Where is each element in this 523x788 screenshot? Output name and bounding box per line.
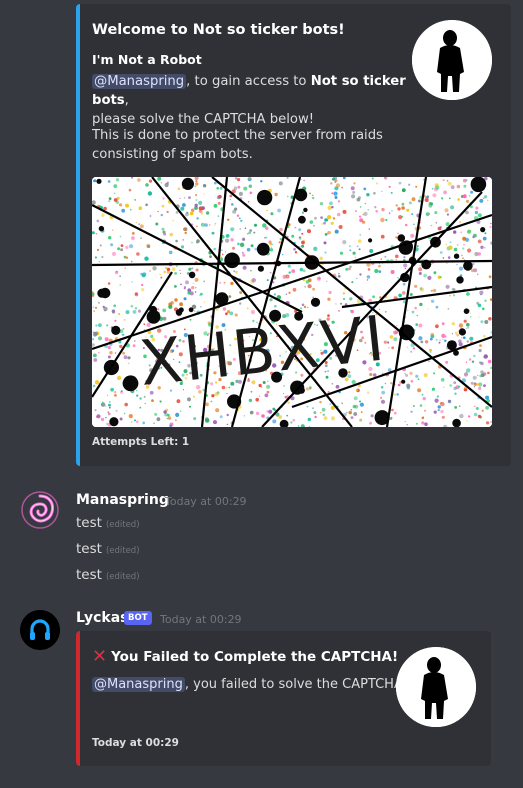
user-mention[interactable]: @Manaspring bbox=[92, 74, 187, 89]
captcha-welcome-embed: Welcome to Not so ticker bots! I'm Not a… bbox=[76, 4, 511, 466]
user-mention[interactable]: @Manaspring bbox=[92, 677, 185, 692]
captcha-image[interactable]: XHBXVI bbox=[92, 177, 492, 427]
embed-thumbnail[interactable] bbox=[412, 20, 492, 100]
avatar[interactable] bbox=[20, 610, 60, 650]
embed-description: @Manaspring, to gain access to Not so ti… bbox=[92, 74, 406, 127]
message-timestamp: Today at 00:29 bbox=[160, 613, 242, 626]
embed-subtitle: I'm Not a Robot bbox=[92, 52, 202, 67]
message-line: test (edited) bbox=[76, 567, 140, 583]
embed-description: @Manaspring, you failed to solve the CAP… bbox=[92, 677, 409, 692]
embed-accent-bar bbox=[76, 4, 80, 466]
username-lyckas[interactable]: Lyckas bbox=[76, 610, 129, 626]
embed-description-para2: This is done to protect the server from … bbox=[92, 128, 383, 162]
message-line: test (edited) bbox=[76, 515, 140, 531]
captcha-failed-embed: ✕ You Failed to Complete the CAPTCHA! @Ma… bbox=[76, 631, 491, 766]
message-line: test (edited) bbox=[76, 541, 140, 557]
embed-footer: Today at 00:29 bbox=[92, 737, 179, 749]
username-manaspring[interactable]: Manaspring bbox=[76, 492, 169, 508]
embed-title: Welcome to Not so ticker bots! bbox=[92, 22, 345, 38]
bot-badge: BOT bbox=[124, 611, 152, 625]
message-timestamp: Today at 00:29 bbox=[165, 495, 247, 508]
embed-footer: Attempts Left: 1 bbox=[92, 436, 190, 448]
avatar[interactable] bbox=[20, 490, 60, 530]
pink-swirl-icon bbox=[21, 491, 59, 529]
cross-mark-icon: ✕ bbox=[92, 646, 108, 667]
embed-title: ✕ You Failed to Complete the CAPTCHA! bbox=[92, 646, 399, 667]
embed-thumbnail[interactable] bbox=[396, 647, 476, 727]
captcha-noise-graphic: XHBXVI bbox=[92, 177, 492, 427]
embed-accent-bar bbox=[76, 631, 80, 766]
silhouette-icon bbox=[412, 20, 492, 100]
silhouette-icon bbox=[396, 647, 476, 727]
blue-headphones-icon bbox=[20, 610, 60, 650]
